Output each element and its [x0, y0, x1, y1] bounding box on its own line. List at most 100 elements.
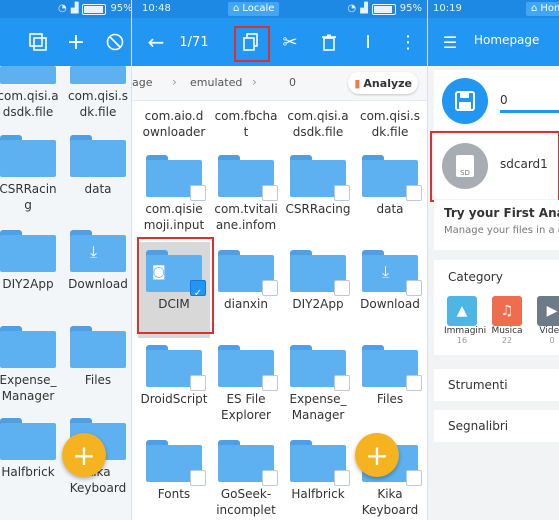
status-bar: ◔ ▟ 95%	[0, 0, 131, 18]
add-icon[interactable]: +	[64, 30, 88, 55]
folder-item[interactable]: com.qisi.s dk.file	[62, 66, 131, 120]
folder-label: Expense_ Manager	[0, 373, 57, 403]
back-arrow-icon[interactable]: ←	[144, 30, 168, 54]
select-all-icon[interactable]	[26, 30, 50, 54]
folder-label: Expense_ Manager	[289, 392, 347, 422]
checkbox[interactable]	[190, 470, 206, 486]
folder-item[interactable]: com.tvitali ane.infom	[210, 155, 282, 233]
folder-label: DroidScript	[140, 392, 208, 406]
wifi-icon: ◔	[58, 3, 67, 14]
folder-label: Halfbrick	[1, 465, 55, 479]
cut-icon[interactable]: ✂	[278, 30, 302, 54]
home-icon: ⌂	[233, 3, 240, 14]
checkbox[interactable]	[262, 470, 278, 486]
category-video[interactable]: ▶ Video 0	[534, 296, 559, 345]
category-images[interactable]: ▲ Immagini 16	[444, 296, 486, 345]
checkbox[interactable]	[334, 280, 350, 296]
checkbox[interactable]	[406, 280, 422, 296]
tools-item[interactable]: Strumenti	[434, 369, 559, 401]
block-icon[interactable]	[103, 30, 127, 54]
folder-icon	[290, 345, 350, 391]
breadcrumb-item[interactable]: age	[132, 76, 153, 89]
folder-item[interactable]: data	[354, 155, 426, 217]
save-icon	[442, 78, 488, 124]
checkbox[interactable]	[190, 375, 206, 391]
checkbox[interactable]	[334, 470, 350, 486]
breadcrumb-item[interactable]: 0	[289, 76, 296, 89]
folder-item[interactable]: Halfbrick	[0, 418, 64, 480]
breadcrumb-item[interactable]: emulated	[190, 76, 242, 89]
folder-item[interactable]: GoSeek- incomplet	[210, 440, 282, 518]
delete-icon[interactable]	[317, 30, 341, 54]
folder-item[interactable]: data	[62, 135, 131, 197]
folder-icon	[146, 440, 206, 486]
folder-item[interactable]: Halfbrick	[282, 440, 354, 502]
signal-icon: ▟	[360, 3, 368, 14]
more-options-icon[interactable]: ⋮	[396, 30, 420, 54]
checkbox[interactable]	[262, 280, 278, 296]
folder-item[interactable]: dianxin	[210, 250, 282, 312]
folder-item[interactable]: ⤓ Download	[62, 230, 131, 292]
location-tab[interactable]: ⌂ Locale	[228, 2, 280, 16]
folder-item[interactable]: DIY2App	[282, 250, 354, 312]
left-file-panel: ◔ ▟ 95% + com.qisi.a dsdk.file com.qisi.…	[0, 0, 131, 520]
copy-highlight	[234, 26, 270, 62]
folder-label: dianxin	[224, 297, 268, 311]
folder-icon	[0, 230, 56, 272]
checkbox[interactable]	[262, 185, 278, 201]
homepage-panel: 10:19 ⌂ Home ☰ Homepage 0 SD sdcard1 Try…	[427, 0, 559, 520]
folder-label: Halfbrick	[291, 487, 345, 501]
checkbox[interactable]	[334, 375, 350, 391]
add-fab-button[interactable]: +	[355, 433, 399, 477]
folder-item[interactable]: CSRRacing	[282, 155, 354, 217]
folder-item[interactable]: Fonts	[138, 440, 210, 502]
folder-item[interactable]: DIY2App	[0, 230, 64, 292]
folder-item[interactable]: com.qisi.s dk.file	[354, 104, 426, 140]
folder-item[interactable]: DroidScript	[138, 345, 210, 407]
category-music[interactable]: ♫ Musica 22	[489, 296, 525, 345]
status-icons: ◔ ▟ 95%	[347, 0, 422, 18]
folder-item[interactable]: com.fbcha t	[210, 104, 282, 140]
battery-percent: 95%	[110, 3, 131, 14]
category-title: Category	[448, 270, 503, 284]
folder-item[interactable]: Expense_ Manager	[282, 345, 354, 423]
analyze-button[interactable]: ▮ Analyze	[348, 72, 418, 94]
folder-item[interactable]: com.aio.d ownloader	[138, 104, 210, 140]
checkbox[interactable]	[334, 185, 350, 201]
image-icon: ▲	[447, 296, 477, 326]
folder-item[interactable]: com.qisi.a dsdk.file	[0, 66, 64, 120]
folder-label: Fonts	[157, 487, 191, 501]
folder-label: com.qisi.a dsdk.file	[287, 109, 349, 139]
menu-icon[interactable]: ☰	[438, 30, 462, 54]
rename-icon[interactable]: I	[356, 30, 380, 54]
folder-label: Files	[376, 392, 404, 406]
folder-item[interactable]: CSRRacin g	[0, 135, 64, 213]
folder-icon	[290, 440, 350, 486]
home-icon: ⌂	[531, 3, 538, 14]
folder-item[interactable]: com.qisie moji.input	[138, 155, 210, 233]
checkbox[interactable]	[262, 375, 278, 391]
checkbox[interactable]	[406, 185, 422, 201]
toolbar-title: Homepage	[474, 33, 540, 47]
folder-label: data	[84, 182, 112, 196]
storage-internal-card[interactable]: 0	[434, 70, 559, 130]
folder-label: CSRRacing	[285, 202, 351, 216]
folder-label: Kika Keyboard	[361, 487, 419, 517]
add-fab-button[interactable]: +	[62, 433, 106, 477]
folder-icon	[70, 326, 126, 368]
folder-item[interactable]: com.qisi.a dsdk.file	[282, 104, 354, 140]
folder-item[interactable]: Expense_ Manager	[0, 326, 64, 404]
folder-item[interactable]: ⤓ Download	[354, 250, 426, 312]
checkbox[interactable]	[190, 185, 206, 201]
chevron-right-icon: ›	[172, 75, 177, 89]
folder-item[interactable]: ES File Explorer	[210, 345, 282, 423]
bookmarks-item[interactable]: Segnalibri	[434, 410, 559, 442]
analysis-card[interactable]: Try your First Analysis Manage your file…	[434, 200, 559, 250]
checkbox[interactable]	[406, 470, 422, 486]
folder-item[interactable]: Files	[62, 326, 131, 388]
folder-item[interactable]: Files	[354, 345, 426, 407]
location-tab[interactable]: ⌂ Home	[526, 2, 559, 16]
selection-toolbar: ← 1/71 ✂ I ⋮	[132, 18, 428, 66]
folder-label: com.qisi.s dk.file	[67, 89, 129, 119]
checkbox[interactable]	[406, 375, 422, 391]
